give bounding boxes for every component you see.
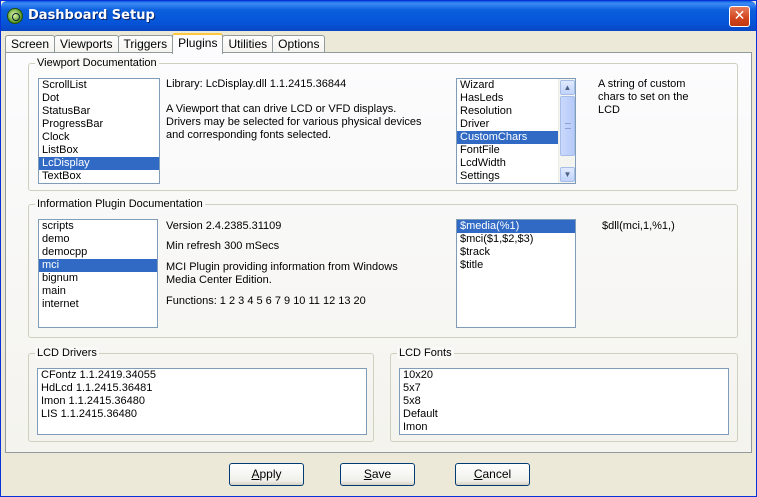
driver-list-item[interactable]: HdLcd 1.1.2415.36481 (38, 382, 366, 395)
dashboard-setup-window: Dashboard Setup ✕ Screen Viewports Trigg… (0, 0, 757, 497)
driver-list-item[interactable]: LIS 1.1.2415.36480 (38, 408, 366, 421)
viewport-list-item[interactable]: ScrollList (39, 79, 159, 92)
function-description: $dll(mci,1,%1,) (602, 220, 675, 232)
apply-label: pply (259, 467, 282, 481)
plugin-description: MCI Plugin providing information from Wi… (166, 261, 398, 286)
property-list-scrollbar[interactable]: ▲ ▼ (558, 79, 575, 183)
tab-strip: Screen Viewports Triggers Plugins Utilit… (5, 33, 326, 54)
tab-utilities[interactable]: Utilities (222, 35, 274, 53)
plugin-list-item[interactable]: bignum (39, 272, 157, 285)
apply-button[interactable]: Apply (229, 463, 304, 486)
driver-list-item[interactable]: Imon 1.1.2415.36480 (38, 395, 366, 408)
lcd-fonts-legend: LCD Fonts (397, 347, 454, 359)
tab-screen[interactable]: Screen (5, 35, 56, 53)
viewport-property-list[interactable]: Wizard HasLeds Resolution Driver CustomC… (456, 78, 576, 184)
viewport-list-item[interactable]: StatusBar (39, 105, 159, 118)
tab-triggers[interactable]: Triggers (117, 35, 174, 53)
font-list-item[interactable]: Imon (400, 421, 728, 434)
function-list-item[interactable]: $title (457, 259, 575, 272)
close-button[interactable]: ✕ (729, 6, 750, 27)
viewport-description: A Viewport that can drive LCD or VFD dis… (166, 103, 422, 141)
window-title: Dashboard Setup (28, 8, 155, 23)
viewport-documentation-legend: Viewport Documentation (35, 57, 159, 69)
plugin-list-item-selected[interactable]: mci (39, 259, 157, 272)
font-list-item[interactable]: 5x8 (400, 395, 728, 408)
viewport-library: Library: LcDisplay.dll 1.1.2415.36844 (166, 78, 347, 90)
viewport-list-item[interactable]: ProgressBar (39, 118, 159, 131)
title-bar[interactable]: Dashboard Setup ✕ (1, 1, 756, 31)
lcd-drivers-legend: LCD Drivers (35, 347, 99, 359)
viewport-list-item[interactable]: Clock (39, 131, 159, 144)
save-label: ave (371, 467, 392, 481)
info-plugin-documentation-group: Information Plugin Documentation scripts… (28, 198, 738, 338)
cancel-label: ancel (482, 467, 512, 481)
viewport-list-item[interactable]: ListBox (39, 144, 159, 157)
lcd-drivers-list[interactable]: CFontz 1.1.2419.34055 HdLcd 1.1.2415.364… (37, 368, 367, 435)
function-list-item-selected[interactable]: $media(%1) (457, 220, 575, 233)
app-icon (7, 8, 23, 24)
font-list-item[interactable]: 5x7 (400, 382, 728, 395)
viewport-documentation-group: Viewport Documentation ScrollList Dot St… (28, 57, 738, 191)
save-mnemonic: S (363, 467, 372, 481)
plugin-refresh: Min refresh 300 mSecs (166, 240, 280, 252)
plugins-tab-panel: Viewport Documentation ScrollList Dot St… (5, 52, 752, 453)
plugin-list-item[interactable]: main (39, 285, 157, 298)
tab-viewports[interactable]: Viewports (54, 35, 119, 53)
lcd-drivers-group: LCD Drivers CFontz 1.1.2419.34055 HdLcd … (28, 347, 374, 442)
cancel-button[interactable]: Cancel (455, 463, 530, 486)
scroll-down-icon[interactable]: ▼ (560, 167, 575, 182)
viewport-list-item-selected[interactable]: LcDisplay (39, 157, 159, 170)
save-button[interactable]: Save (340, 463, 415, 486)
viewport-list[interactable]: ScrollList Dot StatusBar ProgressBar Clo… (38, 78, 160, 184)
info-plugin-documentation-legend: Information Plugin Documentation (35, 198, 205, 210)
grip-icon (565, 123, 571, 129)
lcd-fonts-list[interactable]: 10x20 5x7 5x8 Default Imon (399, 368, 729, 435)
viewport-list-item[interactable]: TextBox (39, 170, 159, 183)
property-description: A string of custom chars to set on the L… (598, 78, 689, 116)
scroll-up-icon[interactable]: ▲ (560, 80, 575, 95)
plugin-list-item[interactable]: demo (39, 233, 157, 246)
font-list-item[interactable]: Default (400, 408, 728, 421)
plugin-list-item[interactable]: democpp (39, 246, 157, 259)
info-plugin-list[interactable]: scripts demo democpp mci bignum main int… (38, 219, 158, 328)
plugin-list-item[interactable]: scripts (39, 220, 157, 233)
function-list-item[interactable]: $mci($1,$2,$3) (457, 233, 575, 246)
font-list-item[interactable]: 10x20 (400, 369, 728, 382)
lcd-fonts-group: LCD Fonts 10x20 5x7 5x8 Default Imon (390, 347, 738, 442)
plugin-list-item[interactable]: internet (39, 298, 157, 311)
apply-mnemonic: A (251, 467, 260, 481)
tab-options[interactable]: Options (272, 35, 326, 53)
driver-list-item[interactable]: CFontz 1.1.2419.34055 (38, 369, 366, 382)
function-list-item[interactable]: $track (457, 246, 575, 259)
tab-plugins[interactable]: Plugins (172, 33, 224, 54)
plugin-functions: Functions: 1 2 3 4 5 6 7 9 10 11 12 13 2… (166, 295, 366, 307)
viewport-list-item[interactable]: Dot (39, 92, 159, 105)
scroll-thumb[interactable] (560, 96, 575, 156)
plugin-version: Version 2.4.2385.31109 (166, 220, 282, 232)
function-list[interactable]: $media(%1) $mci($1,$2,$3) $track $title (456, 219, 576, 328)
